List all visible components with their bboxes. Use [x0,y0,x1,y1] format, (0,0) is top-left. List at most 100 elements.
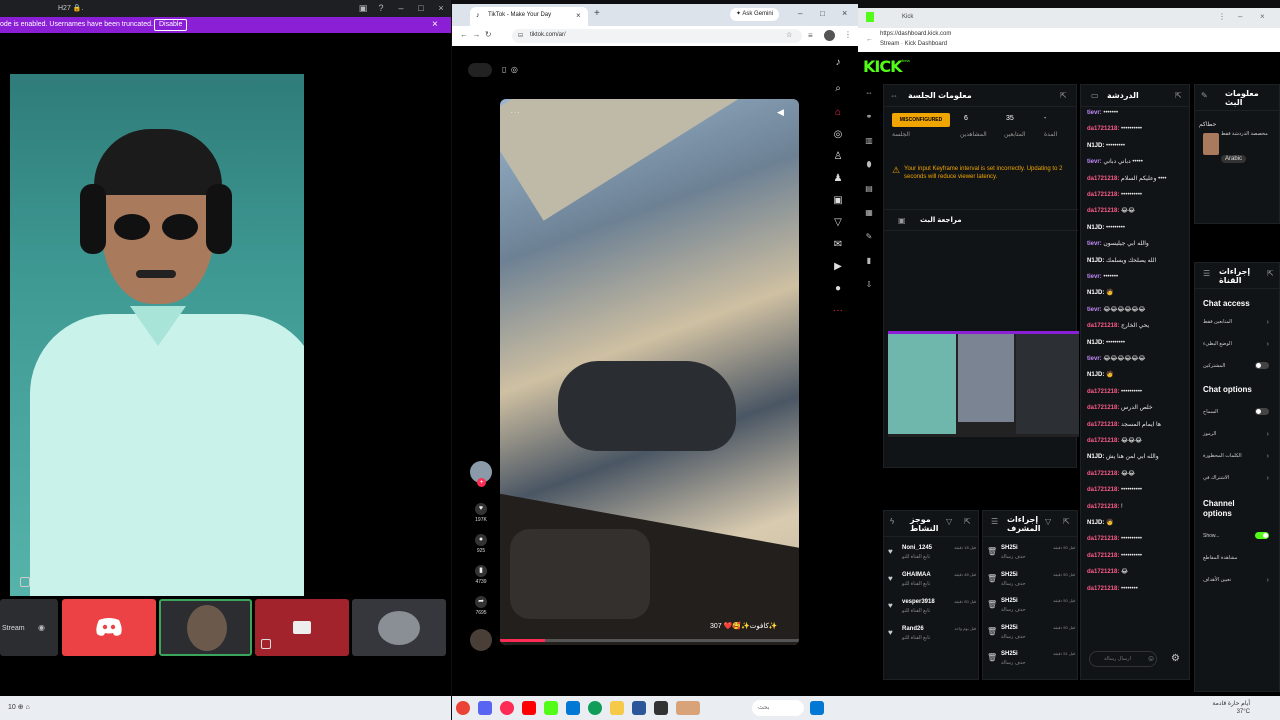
drop-icon[interactable]: ⬮ [864,160,874,170]
kick-address-bar[interactable]: ← https://dashboard.kick.com Stream · Ki… [858,28,1280,52]
live-toggle[interactable] [468,63,492,77]
popout-icon[interactable]: ⇱ [1063,517,1070,526]
event-username[interactable]: SH25i [1001,545,1018,551]
chat-message[interactable]: da1721218: •••••••••• [1087,125,1142,133]
popout-icon[interactable]: ⇱ [964,517,971,526]
close-button[interactable]: × [842,8,847,18]
event-username[interactable]: Rand26 [902,626,924,632]
more-icon[interactable]: ··· [510,107,520,118]
set-goals-row[interactable]: تعيين الأهداف › [1203,577,1269,584]
chat-username[interactable]: da1721218: [1087,323,1121,329]
slow-mode-row[interactable]: الوضع البطيء › [1203,341,1269,348]
chat-message[interactable]: N1JD: 🧑 [1087,371,1114,379]
volume-icon[interactable]: ◀ [777,107,784,118]
disable-button[interactable]: Disable [154,19,188,31]
video-progress-bar[interactable] [500,639,799,642]
menu-icon[interactable]: ⋮ [844,30,852,39]
chat-username[interactable]: da1721218: [1087,389,1121,395]
discord-icon[interactable] [478,701,492,715]
upload-icon[interactable]: ▽ [831,216,845,230]
event-username[interactable]: SH25i [1001,651,1018,657]
car-user-tile[interactable] [352,599,446,656]
bookmark-icon[interactable]: ▮ [475,565,487,577]
chat-message[interactable]: da1721218: •••••••••• [1087,486,1142,494]
filter-icon[interactable]: ▽ [946,517,952,526]
vscode-icon[interactable] [566,701,580,715]
chat-username[interactable]: da1721218: [1087,126,1121,132]
share-icon[interactable]: ➦ [475,596,487,608]
chat-settings-icon[interactable]: ⚙ [1171,653,1180,664]
chat-username[interactable]: da1721218: [1087,405,1121,411]
chat-username[interactable]: N1JD: [1087,454,1106,460]
tiktok-logo-icon[interactable]: ♪ [831,56,845,70]
chat-message[interactable]: N1JD: 🧑 [1087,289,1114,297]
follow-plus-icon[interactable]: + [477,478,486,487]
chrome-profile-icon[interactable] [500,701,514,715]
chart-icon[interactable]: ▦ [864,208,874,218]
fullscreen-icon[interactable] [20,577,30,587]
chat-username[interactable]: da1721218: [1087,586,1121,592]
tab-close-icon[interactable]: × [576,11,581,20]
chat-username[interactable]: tievr: [1087,274,1103,280]
chat-message[interactable]: N1JD: الله يصلحك ويسلمك [1087,257,1156,265]
collapse-icon[interactable]: ⇔ [864,88,874,98]
download-icon[interactable]: ⇩ [864,280,874,290]
ask-gemini-button[interactable]: ✦ Ask Gemini [730,8,780,21]
chat-message[interactable]: da1721218: •••••••• [1087,585,1138,593]
terminal-icon[interactable] [654,701,668,715]
following-icon[interactable]: ♙ [831,150,845,164]
bookmark-star-icon[interactable]: ☆ [786,31,792,39]
top-icons[interactable]: ▯ ◎ [502,65,518,74]
maximize-button[interactable]: □ [414,2,428,14]
chat-username[interactable]: tievr: [1087,356,1103,362]
music-disc-icon[interactable] [470,629,492,651]
subscribers-toggle[interactable] [1255,362,1269,369]
chat-message[interactable]: tievr: دباني دباني ••••• [1087,158,1143,166]
live-icon[interactable]: ▣ [831,194,845,208]
chat-message[interactable]: da1721218: •••••••••• [1087,191,1142,199]
popout-icon[interactable]: ⇱ [1267,269,1274,278]
event-username[interactable]: GHAIMAA [902,572,931,578]
nav-buttons[interactable]: ← → ↻ [460,30,492,39]
taskbar-search[interactable]: بحث [752,700,804,716]
extensions-icon[interactable]: ≡ [808,31,813,40]
event-username[interactable]: SH25i [1001,625,1018,631]
weather-widget[interactable]: أيام حارة قادمة 37°C [1212,700,1250,716]
chat-username[interactable]: da1721218: [1087,471,1121,477]
chat-message[interactable]: da1721218: 😂 [1087,568,1128,576]
chat-username[interactable]: N1JD: [1087,225,1106,231]
chat-message[interactable]: da1721218: 😂😂 [1087,207,1135,215]
menu-icon[interactable]: ⋮ [1218,12,1226,21]
close-button[interactable]: × [434,2,448,14]
chat-message[interactable]: da1721218: •••••••••• [1087,388,1142,396]
user-avatar-tile[interactable] [159,599,252,656]
allow-row[interactable]: السماح [1203,408,1269,415]
filter-icon[interactable]: ▽ [1045,517,1051,526]
chat-message[interactable]: da1721218: ! [1087,503,1123,511]
chat-username[interactable]: da1721218: [1087,487,1121,493]
minimize-button[interactable]: – [798,9,802,18]
chat-message[interactable]: da1721218: خلص الدرس [1087,404,1153,412]
windows-start-icon[interactable] [810,701,824,715]
heart-icon[interactable]: ♥ [475,503,487,515]
profile-icon[interactable] [824,30,835,41]
chat-message[interactable]: tievr: ••••••• [1087,273,1118,281]
chrome-icon[interactable] [456,701,470,715]
chat-username[interactable]: da1721218: [1087,422,1121,428]
chat-message[interactable]: tievr: ••••••• [1087,109,1118,117]
site-info-icon[interactable]: ⊟ [518,32,523,39]
explorer-icon[interactable] [610,701,624,715]
followers-only-row[interactable]: المتابعين فقط › [1203,319,1269,326]
chat-username[interactable]: N1JD: [1087,143,1106,149]
word-icon[interactable] [632,701,646,715]
stats-icon[interactable]: ▥ [864,136,874,146]
event-username[interactable]: SH25i [1001,572,1018,578]
back-icon[interactable]: ← [866,36,873,43]
media-icon[interactable]: ▤ [864,184,874,194]
search-icon[interactable]: ⌕ [831,82,845,96]
discord-user-tile[interactable] [62,599,156,656]
comment-icon[interactable]: ● [475,534,487,546]
chat-username[interactable]: tievr: [1087,241,1103,247]
allow-toggle[interactable] [1255,408,1269,415]
watch-clips-row[interactable]: مشاهدة المقاطع [1203,555,1269,561]
